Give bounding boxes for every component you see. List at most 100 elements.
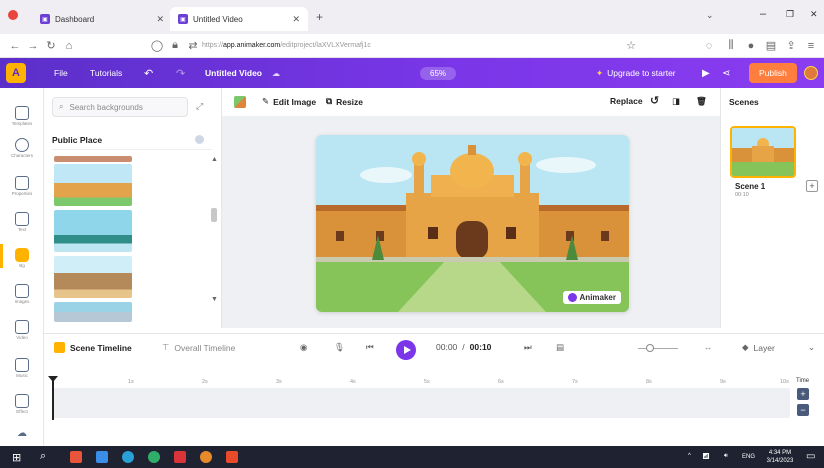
- close-icon[interactable]: ✕: [156, 14, 164, 25]
- animaker-favicon-icon: ▣: [40, 14, 50, 24]
- zoom-control[interactable]: 65%: [420, 58, 457, 88]
- file-explorer-icon[interactable]: [96, 451, 108, 463]
- restore-icon[interactable]: ❐: [786, 9, 794, 20]
- menu-icon[interactable]: ≡: [802, 40, 820, 52]
- avatar[interactable]: [804, 58, 818, 88]
- url-field[interactable]: https://app.animaker.com/editproject/laX…: [202, 42, 371, 49]
- firefox-icon[interactable]: [200, 451, 212, 463]
- file-menu[interactable]: File: [54, 58, 68, 88]
- tray-chevron-icon[interactable]: ^: [688, 453, 691, 459]
- time-increase-button[interactable]: +: [797, 388, 809, 400]
- office-app-icon[interactable]: [70, 451, 82, 463]
- playhead[interactable]: [48, 376, 58, 420]
- clock[interactable]: 4:34 PM 3/14/2023: [764, 449, 796, 465]
- tab-untitled-video[interactable]: ▣ Untitled Video ✕: [170, 7, 308, 31]
- fit-width-icon[interactable]: ↔: [704, 342, 713, 352]
- edge-icon[interactable]: [122, 451, 134, 463]
- rail-more[interactable]: ☁: [0, 428, 44, 439]
- flip-icon[interactable]: ◨: [672, 96, 680, 107]
- overall-timeline-tab[interactable]: ⊤ Overall Timeline: [162, 342, 235, 353]
- resize-button[interactable]: ⧉ Resize: [326, 96, 363, 107]
- preview-play-icon[interactable]: ▶: [702, 58, 710, 88]
- undo-icon[interactable]: ↶: [144, 58, 153, 88]
- timeline-track[interactable]: [52, 388, 790, 418]
- timeline-zoom-slider[interactable]: [638, 344, 678, 352]
- rail-templates[interactable]: Templates: [0, 106, 44, 126]
- skip-forward-icon[interactable]: ⏭︎: [524, 342, 532, 353]
- new-tab-icon[interactable]: +: [316, 10, 323, 24]
- extension-icon[interactable]: ●: [742, 40, 760, 52]
- microphone-icon[interactable]: 🎙︎: [334, 342, 345, 353]
- trash-icon[interactable]: 🗑︎: [696, 96, 707, 107]
- animaker-logo-icon[interactable]: A: [6, 58, 26, 88]
- add-scene-button[interactable]: +: [806, 180, 818, 192]
- back-icon[interactable]: ←: [6, 40, 24, 52]
- scene-thumbnail[interactable]: [730, 126, 796, 178]
- notification-icon[interactable]: ▭: [806, 451, 815, 462]
- window-close-icon[interactable]: ✕: [810, 9, 818, 20]
- permissions-icon[interactable]: ⇄: [184, 39, 202, 52]
- pocket-icon[interactable]: ◌: [700, 40, 718, 52]
- layer-button[interactable]: ◆ Layer: [742, 342, 775, 353]
- wps-icon[interactable]: [174, 451, 186, 463]
- resize-label: Resize: [336, 96, 364, 107]
- filter-icon[interactable]: [195, 135, 204, 144]
- share-icon[interactable]: ⋖: [722, 58, 730, 88]
- app-icon[interactable]: [226, 451, 238, 463]
- chevron-down-icon[interactable]: ⌄: [808, 342, 815, 353]
- background-thumbnail[interactable]: [54, 164, 132, 206]
- rail-effect[interactable]: Effect: [0, 394, 44, 414]
- share-icon[interactable]: ⇪: [782, 39, 800, 52]
- stage-canvas[interactable]: Animaker: [316, 135, 629, 312]
- chrome-icon[interactable]: [148, 451, 160, 463]
- rail-music[interactable]: Music: [0, 358, 44, 378]
- rail-images[interactable]: Images: [0, 284, 44, 304]
- library-icon[interactable]: ⫼: [722, 39, 740, 52]
- redo-icon[interactable]: ↷: [176, 58, 185, 88]
- panel-scrollbar[interactable]: ▲ ▼: [210, 156, 218, 306]
- edit-image-button[interactable]: ✎ Edit Image: [262, 96, 316, 107]
- expand-icon[interactable]: ⤢: [196, 101, 203, 112]
- rail-video[interactable]: Video: [0, 320, 44, 340]
- search-input[interactable]: ⌕ Search backgrounds: [52, 97, 188, 117]
- rail-backgrounds[interactable]: Bg: [0, 244, 44, 268]
- app-header: A File Tutorials ↶ ↷ Untitled Video ☁ 65…: [0, 58, 824, 88]
- tutorials-menu[interactable]: Tutorials: [90, 58, 122, 88]
- volume-icon[interactable]: 🔊︎: [724, 453, 728, 460]
- browser-tab-bar: ▣ Dashboard ✕ ▣ Untitled Video ✕ + ⌄ – ❐…: [0, 0, 824, 34]
- reload-icon[interactable]: ↻: [42, 39, 60, 52]
- background-thumbnail[interactable]: [54, 210, 132, 252]
- time-decrease-button[interactable]: −: [797, 404, 809, 416]
- rail-properties[interactable]: Properties: [0, 176, 44, 196]
- bookmark-star-icon[interactable]: ☆: [622, 39, 640, 52]
- background-thumbnail[interactable]: [54, 256, 132, 298]
- ruler-tick: 7s: [572, 379, 578, 385]
- tab-dashboard[interactable]: ▣ Dashboard ✕: [32, 7, 172, 31]
- chevron-down-icon[interactable]: ⌄: [706, 10, 714, 21]
- play-button[interactable]: [396, 340, 416, 360]
- rail-text[interactable]: Text: [0, 212, 44, 232]
- project-title[interactable]: Untitled Video: [205, 58, 262, 88]
- replace-button[interactable]: Replace: [610, 96, 643, 106]
- windows-start-icon[interactable]: ⊞: [12, 451, 21, 464]
- subtitle-icon[interactable]: ▤: [556, 342, 564, 353]
- search-icon[interactable]: ⌕: [40, 450, 46, 463]
- language-indicator[interactable]: ENG: [742, 454, 755, 460]
- minimize-icon[interactable]: –: [760, 8, 766, 20]
- address-bar: ← → ↻ ⌂ ◯ 🔒︎ ⇄ https://app.animaker.com/…: [0, 34, 824, 58]
- scene-timeline-tab[interactable]: Scene Timeline: [54, 342, 132, 353]
- publish-button[interactable]: Publish: [749, 58, 797, 88]
- home-icon[interactable]: ⌂: [60, 40, 78, 52]
- reader-icon[interactable]: ▤: [762, 39, 780, 52]
- close-icon[interactable]: ✕: [292, 14, 300, 25]
- rotate-icon[interactable]: ↺: [650, 94, 659, 107]
- background-thumbnail[interactable]: [54, 302, 132, 322]
- skip-back-icon[interactable]: ⏮︎: [366, 342, 374, 353]
- background-thumbnail[interactable]: [54, 156, 132, 162]
- forward-icon[interactable]: →: [24, 40, 42, 52]
- network-icon[interactable]: 📶︎: [702, 453, 710, 460]
- cloud-save-icon: ☁: [272, 68, 280, 78]
- upgrade-button[interactable]: ✦ Upgrade to starter: [596, 58, 676, 88]
- camera-icon[interactable]: ◉: [300, 342, 307, 353]
- rail-characters[interactable]: Characters: [0, 138, 44, 158]
